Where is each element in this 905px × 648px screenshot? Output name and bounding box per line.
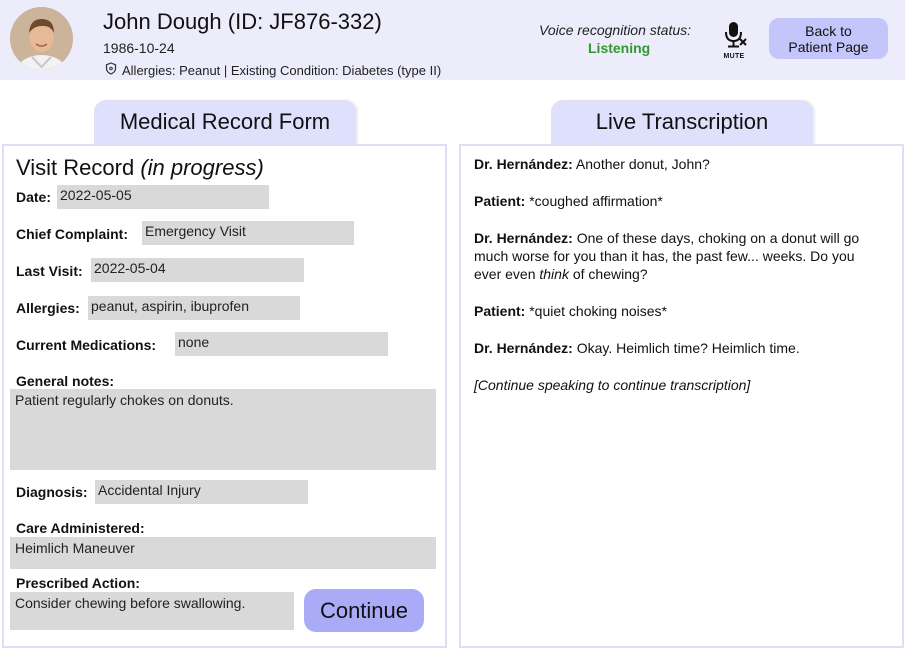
microphone-muted-icon xyxy=(725,22,747,48)
live-transcription-panel xyxy=(459,144,904,648)
back-button-line2: Patient Page xyxy=(788,38,869,55)
mute-label: MUTE xyxy=(723,53,745,60)
prescribed-action-field[interactable]: Consider chewing before swallowing. xyxy=(10,592,294,630)
chief-complaint-field[interactable]: Emergency Visit xyxy=(142,221,354,245)
transcript-text: *coughed affirmation* xyxy=(525,193,663,209)
patient-avatar xyxy=(10,7,73,70)
chief-complaint-label: Chief Complaint: xyxy=(16,226,128,242)
transcript-emphasis: think xyxy=(539,266,569,282)
general-notes-field[interactable]: Patient regularly chokes on donuts. xyxy=(10,389,436,470)
tab-live-transcription[interactable]: Live Transcription xyxy=(551,100,813,144)
transcript-speaker: Dr. Hernández: xyxy=(474,340,573,356)
transcript-line: Dr. Hernández: Okay. Heimlich time? Heim… xyxy=(474,339,884,357)
care-administered-field[interactable]: Heimlich Maneuver xyxy=(10,537,436,569)
diagnosis-label: Diagnosis: xyxy=(16,484,88,500)
tab-medical-record-form[interactable]: Medical Record Form xyxy=(94,100,356,144)
transcript-speaker: Patient: xyxy=(474,303,526,319)
diagnosis-field[interactable]: Accidental Injury xyxy=(95,480,308,504)
visit-record-title: Visit Record (in progress) xyxy=(16,155,264,181)
patient-name: John Dough (ID: JF876-332) xyxy=(103,9,382,34)
transcript-text: Okay. Heimlich time? Heimlich time. xyxy=(572,340,800,356)
transcript-line: Patient: *coughed affirmation* xyxy=(474,192,884,210)
prescribed-action-label: Prescribed Action: xyxy=(16,575,140,591)
transcription-prompt: [Continue speaking to continue transcrip… xyxy=(474,377,751,393)
transcript-speaker: Dr. Hernández: xyxy=(474,230,573,246)
transcript-text: of chewing? xyxy=(568,266,648,282)
shield-icon xyxy=(105,62,117,78)
general-notes-label: General notes: xyxy=(16,373,115,389)
mute-button[interactable]: MUTE xyxy=(719,20,749,60)
transcript-line: Dr. Hernández: One of these days, chokin… xyxy=(474,229,884,283)
transcript-text: *quiet choking noises* xyxy=(525,303,667,319)
continue-button[interactable]: Continue xyxy=(304,589,424,632)
visit-title-status: (in progress) xyxy=(140,155,264,180)
patient-allergy-info: Allergies: Peanut | Existing Condition: … xyxy=(105,62,441,78)
transcript-speaker: Patient: xyxy=(474,193,526,209)
allergies-label: Allergies: xyxy=(16,300,80,316)
current-medications-field[interactable]: none xyxy=(175,332,388,356)
patient-header: John Dough (ID: JF876-332) 1986-10-24 Al… xyxy=(0,0,905,80)
transcript-line: Patient: *quiet choking noises* xyxy=(474,302,884,320)
patient-dob: 1986-10-24 xyxy=(103,40,175,56)
last-visit-label: Last Visit: xyxy=(16,263,83,279)
date-label: Date: xyxy=(16,189,52,205)
voice-status-label: Voice recognition status: xyxy=(539,22,692,38)
transcript-line: Dr. Hernández: Another donut, John? xyxy=(474,155,884,173)
visit-title-text: Visit Record xyxy=(16,155,141,180)
care-administered-label: Care Administered: xyxy=(16,520,145,536)
patient-conditions: Allergies: Peanut | Existing Condition: … xyxy=(122,62,442,78)
allergies-field[interactable]: peanut, aspirin, ibuprofen xyxy=(88,296,300,320)
current-medications-label: Current Medications: xyxy=(16,337,157,353)
transcript-text: Another donut, John? xyxy=(572,156,710,172)
voice-status-value: Listening xyxy=(588,40,651,56)
transcript-speaker: Dr. Hernández: xyxy=(474,156,573,172)
back-to-patient-page-button[interactable]: Back to Patient Page xyxy=(769,18,888,59)
last-visit-field[interactable]: 2022-05-04 xyxy=(91,258,304,282)
back-button-line1: Back to xyxy=(805,22,852,39)
date-field[interactable]: 2022-05-05 xyxy=(57,185,269,209)
